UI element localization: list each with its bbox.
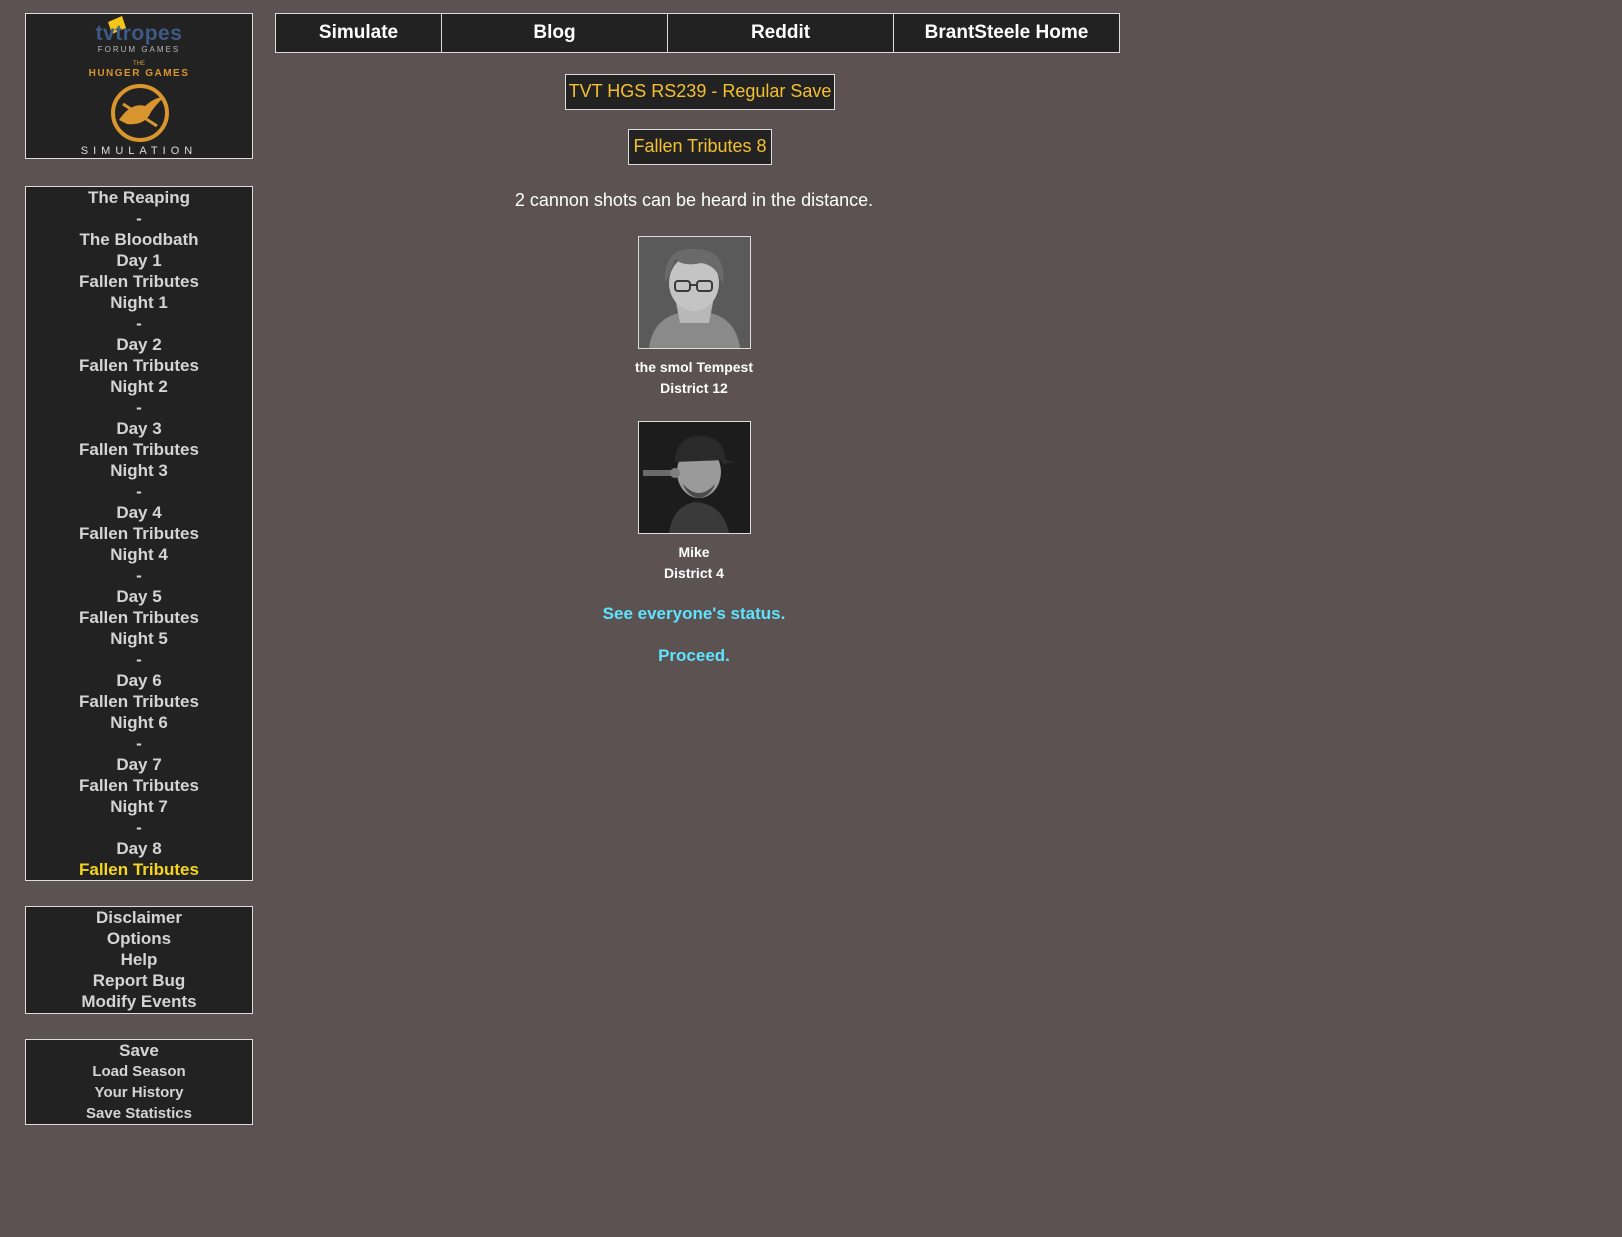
cannon-message: 2 cannon shots can be heard in the dista… [514, 190, 874, 210]
nav-day-3[interactable]: Day 3 [26, 418, 252, 439]
nav-day-1[interactable]: Day 1 [26, 250, 252, 271]
fallen-tribute-card: the smol Tempest District 12 [554, 236, 834, 399]
nav-reddit[interactable]: Reddit [667, 13, 894, 53]
tribute-avatar [637, 421, 751, 534]
nav-modify-events[interactable]: Modify Events [26, 991, 252, 1012]
logo-the: THE [133, 61, 145, 67]
nav-fallen-tributes[interactable]: Fallen Tributes [26, 775, 252, 796]
nav-night-5[interactable]: Night 5 [26, 628, 252, 649]
menu-separator: - [136, 209, 142, 228]
nav-save-statistics[interactable]: Save Statistics [26, 1103, 252, 1124]
menu-separator: - [136, 734, 142, 753]
nav-load-season[interactable]: Load Season [26, 1061, 252, 1082]
menu-separator: - [136, 482, 142, 501]
top-navigation: Simulate Blog Reddit BrantSteele Home [275, 13, 1120, 53]
day-navigation: The Reaping - The Bloodbath Day 1 Fallen Tri… [25, 186, 253, 881]
nav-simulate[interactable]: Simulate [275, 13, 442, 53]
nav-the-reaping[interactable]: The Reaping [26, 187, 252, 208]
nav-day-7[interactable]: Day 7 [26, 754, 252, 775]
logo-subtitle: FORUM GAMES [97, 45, 181, 54]
info-navigation: Disclaimer Options Help Report Bug Modify Ev… [25, 906, 253, 1014]
nav-fallen-tributes[interactable]: Fallen Tributes [26, 355, 252, 376]
nav-blog[interactable]: Blog [441, 13, 668, 53]
nav-night-7[interactable]: Night 7 [26, 796, 252, 817]
tribute-district: District 12 [660, 380, 728, 396]
nav-fallen-tributes[interactable]: Fallen Tributes [26, 439, 252, 460]
save-title: TVT HGS RS239 - Regular Save [565, 74, 835, 110]
nav-day-2[interactable]: Day 2 [26, 334, 252, 355]
menu-separator: - [136, 398, 142, 417]
see-status-link[interactable]: See everyone's status. [500, 604, 888, 624]
tribute-name: the smol Tempest [635, 359, 753, 375]
logo-title: HUNGER GAMES [88, 68, 190, 79]
nav-day-8[interactable]: Day 8 [26, 838, 252, 859]
nav-report-bug[interactable]: Report Bug [26, 970, 252, 991]
nav-day-5[interactable]: Day 5 [26, 586, 252, 607]
nav-night-1[interactable]: Night 1 [26, 292, 252, 313]
nav-save[interactable]: Save [26, 1040, 252, 1061]
logo-brand: tvtropes [95, 22, 183, 45]
nav-night-4[interactable]: Night 4 [26, 544, 252, 565]
nav-night-6[interactable]: Night 6 [26, 712, 252, 733]
nav-night-3[interactable]: Night 3 [26, 460, 252, 481]
fallen-tribute-card: Mike District 4 [554, 421, 834, 584]
menu-separator: - [136, 650, 142, 669]
nav-day-6[interactable]: Day 6 [26, 670, 252, 691]
tribute-avatar [637, 236, 751, 349]
nav-disclaimer[interactable]: Disclaimer [26, 907, 252, 928]
menu-separator: - [136, 314, 142, 333]
nav-fallen-tributes[interactable]: Fallen Tributes [26, 523, 252, 544]
nav-brantsteele-home[interactable]: BrantSteele Home [893, 13, 1120, 53]
nav-fallen-tributes[interactable]: Fallen Tributes [26, 859, 252, 880]
nav-fallen-tributes[interactable]: Fallen Tributes [26, 607, 252, 628]
nav-your-history[interactable]: Your History [26, 1082, 252, 1103]
nav-help[interactable]: Help [26, 949, 252, 970]
menu-separator: - [136, 818, 142, 837]
site-logo[interactable]: tvtropes FORUM GAMES THE HUNGER GAMES SI… [25, 13, 253, 159]
nav-night-2[interactable]: Night 2 [26, 376, 252, 397]
save-navigation: Save Load Season Your History Save Statisti… [25, 1039, 253, 1125]
tribute-district: District 4 [664, 565, 724, 581]
logo-simulation: SIMULATION [80, 145, 198, 157]
phase-title: Fallen Tributes 8 [628, 129, 772, 165]
tribute-name: Mike [678, 544, 710, 560]
nav-fallen-tributes[interactable]: Fallen Tributes [26, 691, 252, 712]
menu-separator: - [136, 566, 142, 585]
nav-options[interactable]: Options [26, 928, 252, 949]
mockingjay-icon [111, 84, 169, 142]
nav-fallen-tributes[interactable]: Fallen Tributes [26, 271, 252, 292]
proceed-link[interactable]: Proceed. [500, 646, 888, 666]
nav-day-4[interactable]: Day 4 [26, 502, 252, 523]
nav-the-bloodbath[interactable]: The Bloodbath [26, 229, 252, 250]
